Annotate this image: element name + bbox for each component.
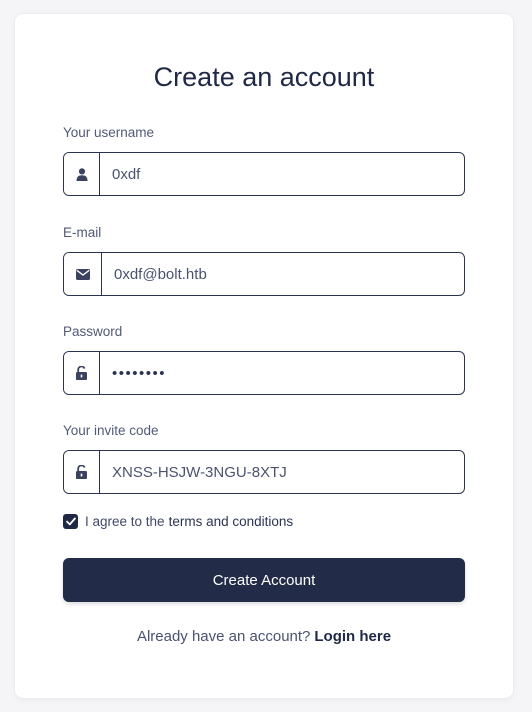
invite-code-input[interactable]: XNSS-HSJW-3NGU-8XTJ [100, 451, 464, 493]
unlock-icon [64, 451, 100, 493]
checkmark-icon [65, 517, 76, 526]
envelope-icon [64, 253, 102, 295]
username-label: Your username [63, 125, 155, 140]
register-card: Create an account Your username 0xdf E-m… [15, 14, 513, 698]
unlock-icon [64, 352, 100, 394]
password-label: Password [63, 324, 123, 339]
username-group: 0xdf [63, 152, 465, 196]
login-prompt: Already have an account? Login here [15, 628, 513, 645]
terms-checkbox[interactable] [63, 514, 78, 529]
email-label: E-mail [63, 225, 102, 240]
create-account-button[interactable]: Create Account [63, 558, 465, 602]
password-group: •••••••• [63, 351, 465, 395]
password-input[interactable]: •••••••• [100, 352, 464, 394]
invite-label: Your invite code [63, 423, 159, 438]
page-title: Create an account [153, 62, 375, 92]
user-icon [64, 153, 100, 195]
login-prompt-text: Already have an account? [136, 628, 311, 645]
terms-link[interactable]: terms and conditions [169, 514, 294, 529]
terms-text: I agree to the [85, 514, 165, 529]
email-input[interactable]: 0xdf@bolt.htb [102, 253, 464, 295]
username-input[interactable]: 0xdf [100, 153, 464, 195]
login-link[interactable]: Login here [314, 628, 391, 645]
email-group: 0xdf@bolt.htb [63, 252, 465, 296]
terms-row: I agree to the terms and conditions [63, 514, 293, 529]
invite-group: XNSS-HSJW-3NGU-8XTJ [63, 450, 465, 494]
